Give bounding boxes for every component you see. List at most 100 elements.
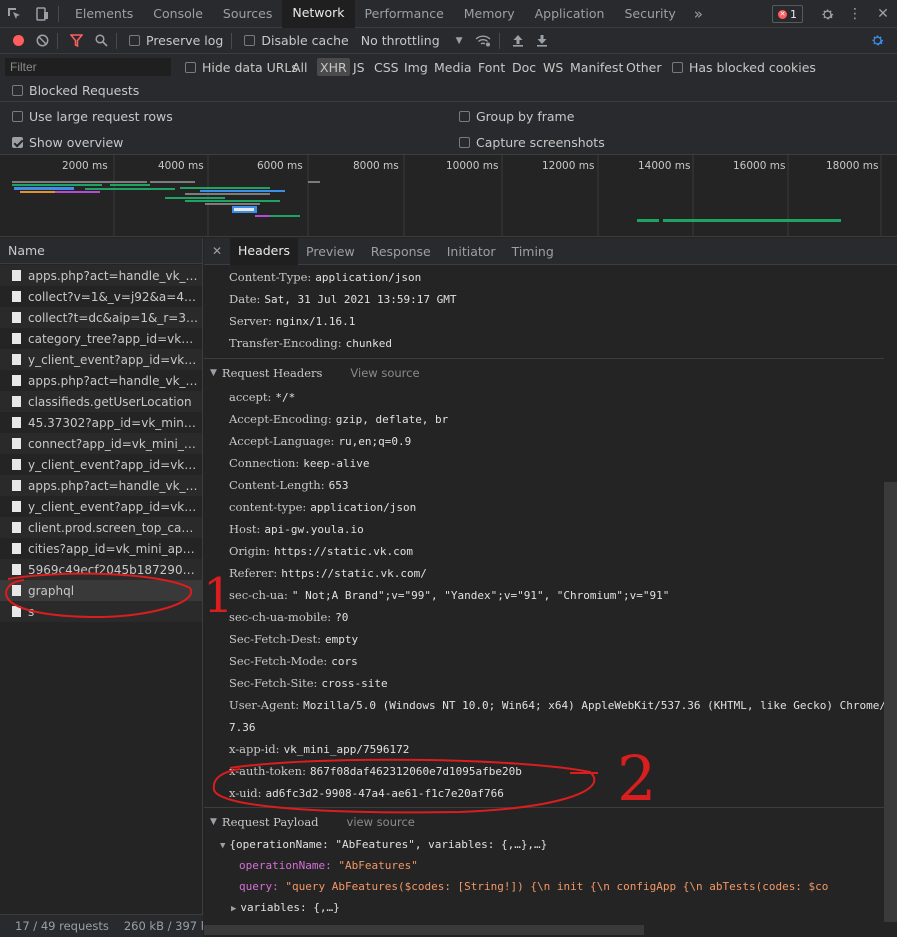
filter-type-img[interactable]: Img	[404, 58, 428, 76]
tab-elements[interactable]: Elements	[65, 0, 143, 28]
filter-toggle-button[interactable]	[64, 28, 89, 54]
request-row[interactable]: collect?t=dc&aip=1&_r=3&v...	[0, 307, 202, 328]
filter-type-other[interactable]: Other	[626, 58, 662, 76]
request-row[interactable]: y_client_event?app_id=vk_min...	[0, 454, 202, 475]
error-count-badge[interactable]: ✕ 1	[772, 5, 803, 23]
checkbox-icon	[459, 111, 470, 122]
vertical-scrollbar[interactable]	[884, 482, 897, 922]
request-row[interactable]: apps.php?act=handle_vk_con...	[0, 370, 202, 391]
tab-console[interactable]: Console	[143, 0, 213, 28]
filter-type-all[interactable]: All	[292, 58, 308, 76]
filter-input[interactable]	[5, 58, 171, 76]
name-column-header[interactable]: Name	[0, 238, 202, 264]
request-row[interactable]: s	[0, 601, 202, 622]
tab-response[interactable]: Response	[363, 238, 439, 265]
request-row[interactable]: category_tree?app_id=vk_mini...	[0, 328, 202, 349]
close-icon[interactable]: ✕	[869, 0, 897, 28]
filter-type-css[interactable]: CSS	[374, 58, 399, 76]
network-settings-button[interactable]	[864, 28, 891, 54]
request-row[interactable]: 5969c49ecf2045b187290e53?...	[0, 559, 202, 580]
header-value: " Not;A Brand";v="99", "Yandex";v="91", …	[291, 589, 670, 602]
request-name: classifieds.getUserLocation	[28, 394, 192, 409]
tab-memory[interactable]: Memory	[454, 0, 525, 28]
export-har-button[interactable]	[530, 28, 554, 54]
request-row[interactable]: apps.php?act=handle_vk_con...	[0, 475, 202, 496]
request-header-row: Sec-Fetch-Site: cross-site	[229, 676, 388, 690]
request-payload-section-toggle[interactable]: ▼ Request Payload view source	[210, 815, 415, 829]
filter-type-ws[interactable]: WS	[543, 58, 563, 76]
request-header-row: x-app-id: vk_mini_app/7596172	[229, 742, 409, 756]
preserve-log-checkbox[interactable]: Preserve log	[123, 28, 229, 54]
tab-headers[interactable]: Headers	[230, 237, 299, 265]
gear-icon[interactable]	[813, 0, 841, 28]
filter-type-media[interactable]: Media	[434, 58, 472, 76]
request-name: collect?v=1&_v=j92&a=41137...	[28, 289, 198, 304]
tab-sources[interactable]: Sources	[213, 0, 282, 28]
disable-cache-checkbox[interactable]: Disable cache	[238, 28, 354, 54]
device-toolbar-icon[interactable]	[28, 0, 56, 28]
network-overview-timeline[interactable]: 2000 ms 4000 ms 6000 ms 8000 ms 10000 ms…	[0, 155, 897, 237]
more-tabs-button[interactable]: »	[686, 5, 711, 23]
request-row-selected[interactable]: graphql	[0, 580, 202, 601]
document-icon	[12, 396, 21, 407]
request-row[interactable]: classifieds.getUserLocation	[0, 391, 202, 412]
horizontal-scrollbar[interactable]	[204, 925, 644, 935]
request-row[interactable]: apps.php?act=handle_vk_con...	[0, 265, 202, 286]
kebab-menu-icon[interactable]: ⋮	[841, 0, 869, 28]
view-source-link[interactable]: view source	[347, 815, 415, 829]
header-value: 7.36	[229, 721, 256, 734]
request-row[interactable]: collect?v=1&_v=j92&a=41137...	[0, 286, 202, 307]
request-header-row: Host: api-gw.youla.io	[229, 522, 364, 536]
blocked-requests-checkbox[interactable]: Blocked Requests	[12, 81, 139, 99]
tab-application[interactable]: Application	[525, 0, 615, 28]
request-row[interactable]: connect?app_id=vk_mini_app...	[0, 433, 202, 454]
capture-screenshots-checkbox[interactable]: Capture screenshots	[459, 135, 605, 150]
tab-network[interactable]: Network	[282, 0, 355, 28]
import-har-button[interactable]	[506, 28, 530, 54]
clear-button[interactable]	[30, 28, 55, 54]
request-name: apps.php?act=handle_vk_con...	[28, 268, 198, 283]
payload-value: "query AbFeatures($codes: [String!]) {\n…	[285, 880, 829, 893]
toolbar-divider	[57, 32, 58, 49]
payload-summary-row[interactable]: ▼ {operationName: "AbFeatures", variables…	[220, 838, 547, 851]
request-row[interactable]: client.prod.screen_top_catego...	[0, 517, 202, 538]
request-row[interactable]: y_client_event?app_id=vk_min...	[0, 349, 202, 370]
overview-tick-label: 12000 ms	[542, 160, 595, 172]
header-key: content-type:	[229, 500, 307, 514]
filter-type-js[interactable]: JS	[353, 58, 365, 76]
hide-data-urls-checkbox[interactable]: Hide data URLs	[185, 58, 298, 76]
record-button[interactable]	[0, 28, 30, 54]
view-source-link[interactable]: View source	[350, 366, 419, 380]
close-details-icon[interactable]: ✕	[204, 244, 230, 258]
search-button[interactable]	[89, 28, 114, 54]
request-header-row: User-Agent: Mozilla/5.0 (Windows NT 10.0;…	[229, 698, 884, 712]
inspect-element-icon[interactable]	[0, 0, 28, 28]
tab-timing[interactable]: Timing	[504, 238, 562, 265]
tab-preview[interactable]: Preview	[298, 238, 363, 265]
network-conditions-button[interactable]	[469, 28, 497, 54]
request-header-row: Content-Length: 653	[229, 478, 348, 492]
request-headers-section-toggle[interactable]: ▼ Request Headers View source	[210, 366, 420, 380]
show-overview-checkbox[interactable]: Show overview	[12, 135, 123, 150]
filter-type-doc[interactable]: Doc	[512, 58, 536, 76]
network-settings-pane: Use large request rows Show overview Gro…	[0, 102, 897, 155]
tab-security[interactable]: Security	[614, 0, 685, 28]
request-row[interactable]: cities?app_id=vk_mini_app%2...	[0, 538, 202, 559]
checkbox-icon	[244, 35, 256, 46]
disable-cache-label: Disable cache	[261, 33, 349, 48]
payload-variables-row[interactable]: ▶ variables: {,…}	[231, 901, 340, 914]
request-header-row: Connection: keep-alive	[229, 456, 370, 470]
has-blocked-cookies-checkbox[interactable]: Has blocked cookies	[672, 58, 816, 76]
filter-type-xhr[interactable]: XHR	[317, 58, 350, 76]
group-by-frame-checkbox[interactable]: Group by frame	[459, 109, 574, 124]
filter-type-manifest[interactable]: Manifest	[570, 58, 623, 76]
request-row[interactable]: y_client_event?app_id=vk_min...	[0, 496, 202, 517]
large-rows-checkbox[interactable]: Use large request rows	[12, 109, 173, 124]
document-icon	[12, 354, 21, 365]
response-header-row: Date: Sat, 31 Jul 2021 13:59:17 GMT	[229, 292, 456, 306]
tab-initiator[interactable]: Initiator	[439, 238, 504, 265]
filter-type-font[interactable]: Font	[478, 58, 505, 76]
request-row[interactable]: 45.37302?app_id=vk_mini_ap...	[0, 412, 202, 433]
throttling-select[interactable]: No throttling ▼	[355, 28, 469, 54]
tab-performance[interactable]: Performance	[355, 0, 454, 28]
